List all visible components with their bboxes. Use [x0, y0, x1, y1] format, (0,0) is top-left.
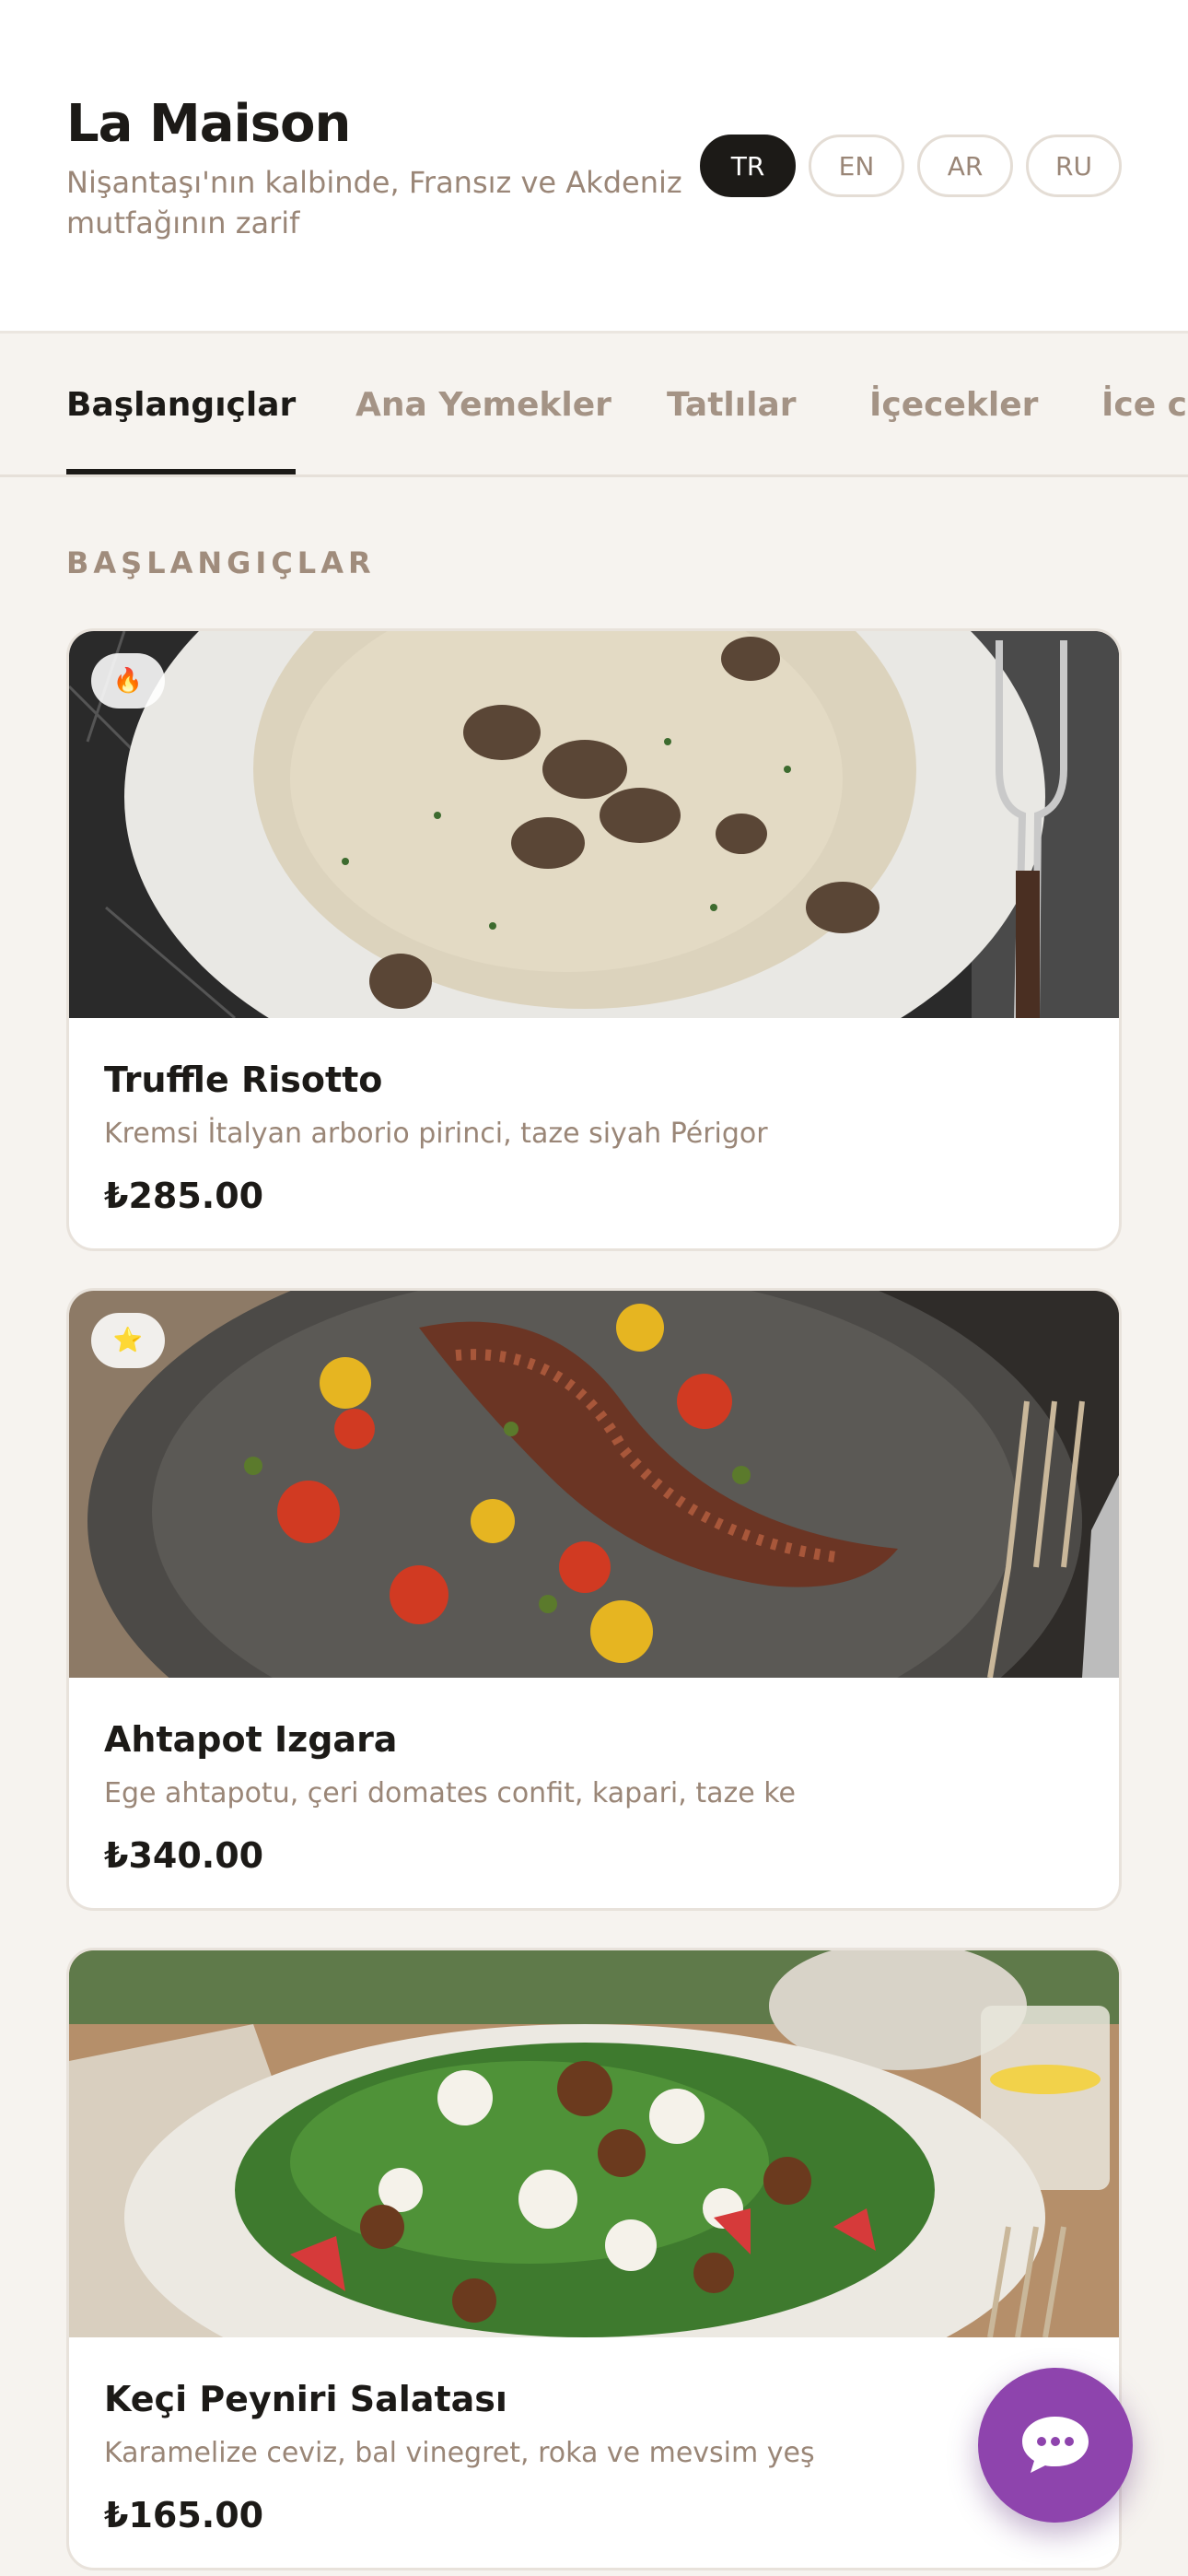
language-button-ar[interactable]: AR: [917, 135, 1013, 197]
brand-block: La Maison Nişantaşı'nın kalbinde, Fransı…: [66, 92, 693, 243]
menu-page: La Maison Nişantaşı'nın kalbinde, Fransı…: [0, 0, 1188, 2576]
dish-photo: ⭐: [69, 1291, 1119, 1678]
menu-item-card[interactable]: ⭐ Ahtapot Izgara Ege ahtapotu, çeri doma…: [66, 1288, 1122, 1911]
item-description: Kremsi İtalyan arborio pirinci, taze siy…: [104, 1118, 768, 1150]
dish-photo: 🔥: [69, 631, 1119, 1018]
menu-item-card[interactable]: Keçi Peyniri Salatası Karamelize ceviz, …: [66, 1948, 1122, 2570]
item-price: ₺340.00: [104, 1835, 264, 1876]
tab-main-courses[interactable]: Ana Yemekler: [355, 336, 611, 474]
dish-photo: [69, 1950, 1119, 2337]
menu-item-card[interactable]: 🔥 Truffle Risotto Kremsi İtalyan arborio…: [66, 628, 1122, 1251]
item-description: Karamelize ceviz, bal vinegret, roka ve …: [104, 2437, 815, 2469]
language-switcher: TR EN AR RU: [700, 135, 1122, 197]
chat-button[interactable]: [978, 2368, 1133, 2523]
item-info: Ahtapot Izgara Ege ahtapotu, çeri domate…: [104, 1716, 1080, 1879]
section-title: BAŞLANGIÇLAR: [66, 545, 376, 580]
item-description: Ege ahtapotu, çeri domates confit, kapar…: [104, 1777, 796, 1809]
item-info: Keçi Peyniri Salatası Karamelize ceviz, …: [104, 2376, 1080, 2538]
fire-icon: 🔥: [91, 653, 165, 708]
star-icon: ⭐: [91, 1313, 165, 1368]
restaurant-tagline: Nişantaşı'nın kalbinde, Fransız ve Akden…: [66, 165, 682, 240]
category-tabs: Başlangıçlar Ana Yemekler Tatlılar İçece…: [0, 336, 1188, 477]
restaurant-header: La Maison Nişantaşı'nın kalbinde, Fransı…: [0, 0, 1188, 334]
item-price: ₺165.00: [104, 2495, 264, 2535]
tab-desserts[interactable]: Tatlılar: [667, 336, 796, 474]
language-button-ru[interactable]: RU: [1026, 135, 1122, 197]
tab-starters[interactable]: Başlangıçlar: [66, 336, 297, 474]
language-button-en[interactable]: EN: [809, 135, 904, 197]
tab-ice-cream[interactable]: İce co: [1101, 336, 1188, 474]
item-name: Keçi Peyniri Salatası: [104, 2379, 507, 2419]
tab-drinks[interactable]: İçecekler: [869, 336, 1038, 474]
item-info: Truffle Risotto Kremsi İtalyan arborio p…: [104, 1057, 1080, 1219]
restaurant-name: La Maison: [66, 94, 351, 154]
item-name: Truffle Risotto: [104, 1060, 383, 1100]
chat-bubble-icon: [1022, 2417, 1089, 2473]
item-price: ₺285.00: [104, 1176, 264, 1216]
item-name: Ahtapot Izgara: [104, 1719, 398, 1760]
language-button-tr[interactable]: TR: [700, 135, 796, 197]
